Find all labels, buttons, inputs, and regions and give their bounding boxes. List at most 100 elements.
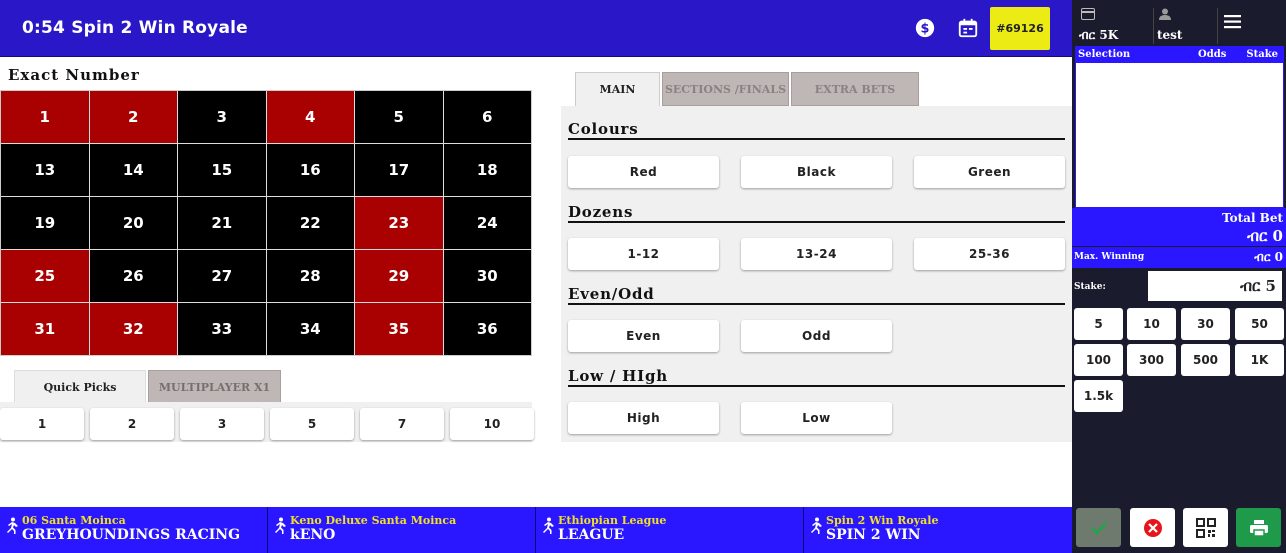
runner-icon	[7, 517, 18, 534]
bet-dozen-1-button[interactable]: 1-12	[568, 238, 719, 270]
number-cell-18[interactable]: 18	[443, 144, 531, 196]
confirm-check-icon	[1090, 521, 1107, 535]
number-cell-21[interactable]: 21	[178, 197, 266, 249]
balance-value: ብር 5K	[1079, 28, 1119, 42]
tab-quick-picks[interactable]: Quick Picks	[14, 370, 146, 404]
number-cell-22[interactable]: 22	[266, 197, 354, 249]
total-bet-box: Total Bet ብር 0	[1072, 208, 1286, 246]
stake-chip-button[interactable]: 1K	[1235, 344, 1284, 376]
number-cell-26[interactable]: 26	[89, 250, 177, 302]
col-stake: Stake	[1246, 49, 1278, 60]
number-cell-36[interactable]: 36	[443, 303, 531, 355]
number-cell-28[interactable]: 28	[266, 250, 354, 302]
game-subtitle: Keno Deluxe Santa Moinca	[290, 514, 457, 527]
number-cell-14[interactable]: 14	[89, 144, 177, 196]
game-tab-keno[interactable]: Keno Deluxe Santa Moinca kENO	[268, 507, 536, 553]
bet-odd-button[interactable]: Odd	[741, 320, 892, 352]
number-cell-23[interactable]: 23	[355, 197, 443, 249]
number-cell-6[interactable]: 6	[443, 91, 531, 143]
number-cell-13[interactable]: 13	[1, 144, 89, 196]
ticket-badge[interactable]: #69126	[990, 7, 1050, 50]
quick-pick-button[interactable]: 10	[450, 408, 534, 440]
col-selection: Selection	[1078, 49, 1131, 60]
number-cell-4[interactable]: 4	[266, 91, 354, 143]
number-cell-16[interactable]: 16	[266, 144, 354, 196]
calendar-icon[interactable]	[957, 17, 979, 39]
username: test	[1157, 28, 1183, 42]
stake-chip-button[interactable]: 100	[1074, 344, 1123, 376]
number-cell-34[interactable]: 34	[266, 303, 354, 355]
bet-black-button[interactable]: Black	[741, 156, 892, 188]
total-bet-label: Total Bet	[1222, 211, 1283, 225]
number-cell-31[interactable]: 31	[1, 303, 89, 355]
number-cell-2[interactable]: 2	[89, 91, 177, 143]
quick-pick-button[interactable]: 2	[90, 408, 174, 440]
betslip-header: Selection Odds Stake	[1076, 47, 1283, 63]
runner-icon	[543, 517, 554, 534]
game-tab-league[interactable]: Ethiopian League LEAGUE	[536, 507, 804, 553]
balance-block[interactable]: ብር 5K	[1079, 8, 1153, 44]
number-cell-17[interactable]: 17	[355, 144, 443, 196]
stake-chip-button[interactable]: 300	[1127, 344, 1176, 376]
quick-pick-button[interactable]: 7	[360, 408, 444, 440]
confirm-button[interactable]	[1076, 508, 1121, 547]
stake-chip-button[interactable]: 30	[1181, 308, 1230, 340]
stake-chip-button[interactable]: 1.5k	[1074, 380, 1123, 412]
dollar-coin-icon[interactable]: $	[914, 17, 936, 39]
number-cell-30[interactable]: 30	[443, 250, 531, 302]
cancel-x-icon	[1143, 518, 1162, 537]
stake-chip-button[interactable]: 50	[1235, 308, 1284, 340]
divider	[1153, 8, 1154, 44]
qr-code-button[interactable]	[1183, 508, 1228, 547]
number-cell-3[interactable]: 3	[178, 91, 266, 143]
game-footer: 06 Santa Moinca GREYHOUNDINGS RACING Ken…	[0, 507, 1072, 553]
bet-dozen-2-button[interactable]: 13-24	[741, 238, 892, 270]
number-cell-27[interactable]: 27	[178, 250, 266, 302]
print-icon	[1249, 519, 1268, 537]
quick-pick-button[interactable]: 3	[180, 408, 264, 440]
number-cell-35[interactable]: 35	[355, 303, 443, 355]
tab-main[interactable]: MAIN	[575, 72, 660, 106]
number-cell-5[interactable]: 5	[355, 91, 443, 143]
game-tab-greyhounds[interactable]: 06 Santa Moinca GREYHOUNDINGS RACING	[0, 507, 268, 553]
number-cell-24[interactable]: 24	[443, 197, 531, 249]
number-cell-15[interactable]: 15	[178, 144, 266, 196]
max-winning-value: ብር 0	[1254, 250, 1283, 264]
user-block[interactable]: test	[1157, 8, 1217, 44]
number-cell-20[interactable]: 20	[89, 197, 177, 249]
quick-pick-button[interactable]: 5	[270, 408, 354, 440]
divider	[568, 221, 1065, 223]
total-bet-value: ብር 0	[1247, 227, 1283, 245]
app-root: 0:54 Spin 2 Win Royale $ #69126 Exact Nu…	[0, 0, 1286, 553]
game-tab-spin2win[interactable]: Spin 2 Win Royale SPIN 2 WIN	[804, 507, 1072, 553]
quick-pick-button[interactable]: 1	[0, 408, 84, 440]
bet-dozen-3-button[interactable]: 25-36	[914, 238, 1065, 270]
stake-chip-button[interactable]: 5	[1074, 308, 1123, 340]
cancel-button[interactable]	[1130, 508, 1175, 547]
bet-even-button[interactable]: Even	[568, 320, 719, 352]
game-title: SPIN 2 WIN	[826, 527, 921, 543]
even-odd-title: Even/Odd	[568, 285, 655, 303]
dozens-title: Dozens	[568, 203, 634, 221]
bet-high-button[interactable]: High	[568, 402, 719, 434]
bet-low-button[interactable]: Low	[741, 402, 892, 434]
number-cell-1[interactable]: 1	[1, 91, 89, 143]
hamburger-menu-icon[interactable]	[1222, 13, 1244, 31]
number-cell-33[interactable]: 33	[178, 303, 266, 355]
svg-text:$: $	[921, 22, 930, 37]
print-button[interactable]	[1236, 508, 1281, 547]
runner-icon	[275, 517, 286, 534]
number-cell-29[interactable]: 29	[355, 250, 443, 302]
stake-input[interactable]	[1148, 271, 1282, 301]
tab-sections-finals[interactable]: SECTIONS /FINALS	[662, 72, 789, 106]
bet-green-button[interactable]: Green	[914, 156, 1065, 188]
bet-red-button[interactable]: Red	[568, 156, 719, 188]
stake-chip-button[interactable]: 500	[1181, 344, 1230, 376]
number-cell-19[interactable]: 19	[1, 197, 89, 249]
number-cell-25[interactable]: 25	[1, 250, 89, 302]
stake-chip-button[interactable]: 10	[1127, 308, 1176, 340]
game-subtitle: 06 Santa Moinca	[22, 514, 126, 527]
tab-extra-bets[interactable]: EXTRA BETS	[791, 72, 919, 106]
number-cell-32[interactable]: 32	[89, 303, 177, 355]
tab-multiplayer[interactable]: MULTIPLAYER X1	[148, 370, 281, 404]
